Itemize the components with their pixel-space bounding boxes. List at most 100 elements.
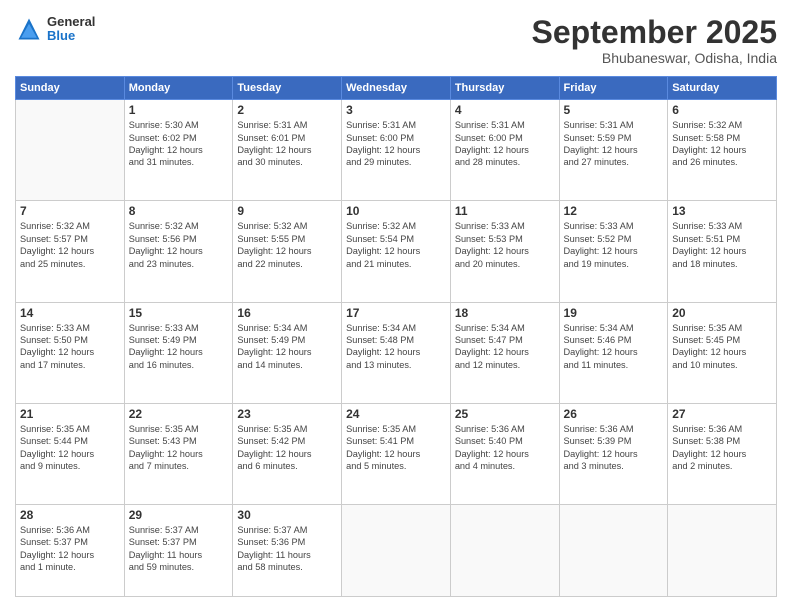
weekday-header: Thursday	[450, 77, 559, 100]
day-info: Sunrise: 5:31 AM Sunset: 6:00 PM Dayligh…	[455, 119, 555, 169]
weekday-header: Tuesday	[233, 77, 342, 100]
weekday-header: Saturday	[668, 77, 777, 100]
calendar-day-cell: 18 Sunrise: 5:34 AM Sunset: 5:47 PM Dayli…	[450, 302, 559, 403]
calendar-table: SundayMondayTuesdayWednesdayThursdayFrid…	[15, 76, 777, 597]
day-info: Sunrise: 5:35 AM Sunset: 5:44 PM Dayligh…	[20, 423, 120, 473]
month-title: September 2025	[532, 15, 777, 50]
calendar-day-cell: 30Sunrise: 5:37 AM Sunset: 5:36 PM Dayli…	[233, 505, 342, 597]
calendar-week-row: 28 Sunrise: 5:36 AM Sunset: 5:37 PM Dayli…	[16, 505, 777, 597]
day-info: Sunrise: 5:30 AM Sunset: 6:02 PM Dayligh…	[129, 119, 229, 169]
calendar-day-cell: 26 Sunrise: 5:36 AM Sunset: 5:39 PM Dayli…	[559, 403, 668, 504]
day-number: 22	[129, 407, 229, 421]
calendar-day-cell: 11Sunrise: 5:33 AM Sunset: 5:53 PM Dayli…	[450, 201, 559, 302]
day-number: 13	[672, 204, 772, 218]
title-block: September 2025 Bhubaneswar, Odisha, Indi…	[532, 15, 777, 66]
calendar-day-cell: 12 Sunrise: 5:33 AM Sunset: 5:52 PM Dayli…	[559, 201, 668, 302]
calendar-day-cell: 4 Sunrise: 5:31 AM Sunset: 6:00 PM Daylig…	[450, 100, 559, 201]
day-number: 2	[237, 103, 337, 117]
day-info: Sunrise: 5:33 AM Sunset: 5:49 PM Dayligh…	[129, 322, 229, 372]
day-number: 12	[564, 204, 664, 218]
day-info: Sunrise: 5:31 AM Sunset: 5:59 PM Dayligh…	[564, 119, 664, 169]
calendar-day-cell: 17 Sunrise: 5:34 AM Sunset: 5:48 PM Dayli…	[342, 302, 451, 403]
page: General Blue September 2025 Bhubaneswar,…	[0, 0, 792, 612]
calendar-day-cell: 7Sunrise: 5:32 AM Sunset: 5:57 PM Daylig…	[16, 201, 125, 302]
day-info: Sunrise: 5:33 AM Sunset: 5:52 PM Dayligh…	[564, 220, 664, 270]
logo-blue: Blue	[47, 29, 95, 43]
day-info: Sunrise: 5:35 AM Sunset: 5:45 PM Dayligh…	[672, 322, 772, 372]
logo-icon	[15, 15, 43, 43]
calendar-week-row: 1 Sunrise: 5:30 AM Sunset: 6:02 PM Daylig…	[16, 100, 777, 201]
calendar-week-row: 21 Sunrise: 5:35 AM Sunset: 5:44 PM Dayli…	[16, 403, 777, 504]
day-number: 27	[672, 407, 772, 421]
day-number: 26	[564, 407, 664, 421]
day-info: Sunrise: 5:35 AM Sunset: 5:43 PM Dayligh…	[129, 423, 229, 473]
day-number: 11	[455, 204, 555, 218]
weekday-header: Wednesday	[342, 77, 451, 100]
calendar-day-cell: 25 Sunrise: 5:36 AM Sunset: 5:40 PM Dayli…	[450, 403, 559, 504]
calendar-week-row: 7Sunrise: 5:32 AM Sunset: 5:57 PM Daylig…	[16, 201, 777, 302]
day-info: Sunrise: 5:31 AM Sunset: 6:01 PM Dayligh…	[237, 119, 337, 169]
header: General Blue September 2025 Bhubaneswar,…	[15, 15, 777, 66]
calendar-day-cell: 20Sunrise: 5:35 AM Sunset: 5:45 PM Dayli…	[668, 302, 777, 403]
day-info: Sunrise: 5:32 AM Sunset: 5:58 PM Dayligh…	[672, 119, 772, 169]
day-info: Sunrise: 5:36 AM Sunset: 5:38 PM Dayligh…	[672, 423, 772, 473]
calendar-day-cell: 9Sunrise: 5:32 AM Sunset: 5:55 PM Daylig…	[233, 201, 342, 302]
day-number: 1	[129, 103, 229, 117]
day-number: 16	[237, 306, 337, 320]
day-number: 6	[672, 103, 772, 117]
calendar-day-cell: 21 Sunrise: 5:35 AM Sunset: 5:44 PM Dayli…	[16, 403, 125, 504]
calendar-day-cell: 2 Sunrise: 5:31 AM Sunset: 6:01 PM Daylig…	[233, 100, 342, 201]
calendar-day-cell: 23 Sunrise: 5:35 AM Sunset: 5:42 PM Dayli…	[233, 403, 342, 504]
day-number: 14	[20, 306, 120, 320]
day-info: Sunrise: 5:34 AM Sunset: 5:47 PM Dayligh…	[455, 322, 555, 372]
day-number: 17	[346, 306, 446, 320]
calendar-week-row: 14Sunrise: 5:33 AM Sunset: 5:50 PM Dayli…	[16, 302, 777, 403]
calendar-day-cell: 3 Sunrise: 5:31 AM Sunset: 6:00 PM Daylig…	[342, 100, 451, 201]
location: Bhubaneswar, Odisha, India	[532, 50, 777, 66]
day-info: Sunrise: 5:35 AM Sunset: 5:42 PM Dayligh…	[237, 423, 337, 473]
day-number: 23	[237, 407, 337, 421]
day-info: Sunrise: 5:36 AM Sunset: 5:39 PM Dayligh…	[564, 423, 664, 473]
day-info: Sunrise: 5:32 AM Sunset: 5:54 PM Dayligh…	[346, 220, 446, 270]
calendar-day-cell	[450, 505, 559, 597]
calendar-day-cell: 15 Sunrise: 5:33 AM Sunset: 5:49 PM Dayli…	[124, 302, 233, 403]
calendar-day-cell: 5Sunrise: 5:31 AM Sunset: 5:59 PM Daylig…	[559, 100, 668, 201]
day-info: Sunrise: 5:36 AM Sunset: 5:40 PM Dayligh…	[455, 423, 555, 473]
day-info: Sunrise: 5:34 AM Sunset: 5:48 PM Dayligh…	[346, 322, 446, 372]
weekday-header: Friday	[559, 77, 668, 100]
logo-general: General	[47, 15, 95, 29]
calendar-day-cell	[668, 505, 777, 597]
day-info: Sunrise: 5:35 AM Sunset: 5:41 PM Dayligh…	[346, 423, 446, 473]
calendar-day-cell: 14Sunrise: 5:33 AM Sunset: 5:50 PM Dayli…	[16, 302, 125, 403]
day-number: 28	[20, 508, 120, 522]
calendar-day-cell	[342, 505, 451, 597]
day-number: 19	[564, 306, 664, 320]
day-number: 18	[455, 306, 555, 320]
weekday-header: Sunday	[16, 77, 125, 100]
day-number: 7	[20, 204, 120, 218]
calendar-day-cell: 22 Sunrise: 5:35 AM Sunset: 5:43 PM Dayli…	[124, 403, 233, 504]
calendar-day-cell: 28 Sunrise: 5:36 AM Sunset: 5:37 PM Dayli…	[16, 505, 125, 597]
day-number: 15	[129, 306, 229, 320]
calendar-day-cell: 16 Sunrise: 5:34 AM Sunset: 5:49 PM Dayli…	[233, 302, 342, 403]
day-info: Sunrise: 5:34 AM Sunset: 5:49 PM Dayligh…	[237, 322, 337, 372]
day-number: 25	[455, 407, 555, 421]
weekday-header: Monday	[124, 77, 233, 100]
day-info: Sunrise: 5:37 AM Sunset: 5:37 PM Dayligh…	[129, 524, 229, 574]
calendar-day-cell	[16, 100, 125, 201]
day-number: 30	[237, 508, 337, 522]
day-number: 10	[346, 204, 446, 218]
calendar-day-cell: 1 Sunrise: 5:30 AM Sunset: 6:02 PM Daylig…	[124, 100, 233, 201]
logo: General Blue	[15, 15, 95, 44]
logo-text: General Blue	[47, 15, 95, 44]
day-info: Sunrise: 5:36 AM Sunset: 5:37 PM Dayligh…	[20, 524, 120, 574]
calendar-day-cell: 10 Sunrise: 5:32 AM Sunset: 5:54 PM Dayli…	[342, 201, 451, 302]
day-number: 29	[129, 508, 229, 522]
calendar-day-cell: 19 Sunrise: 5:34 AM Sunset: 5:46 PM Dayli…	[559, 302, 668, 403]
day-number: 4	[455, 103, 555, 117]
day-number: 21	[20, 407, 120, 421]
calendar-day-cell: 13Sunrise: 5:33 AM Sunset: 5:51 PM Dayli…	[668, 201, 777, 302]
day-info: Sunrise: 5:31 AM Sunset: 6:00 PM Dayligh…	[346, 119, 446, 169]
day-number: 3	[346, 103, 446, 117]
day-info: Sunrise: 5:34 AM Sunset: 5:46 PM Dayligh…	[564, 322, 664, 372]
